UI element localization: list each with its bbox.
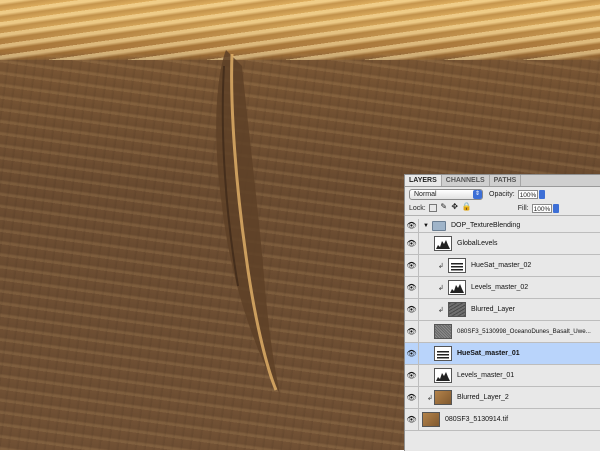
layer-thumbnail (434, 324, 452, 339)
layer-name: GlobalLevels (457, 240, 498, 247)
layer-name: Blurred_Layer (471, 306, 515, 313)
fill-label: Fill: (517, 204, 529, 212)
lock-transparent-icon[interactable] (428, 204, 437, 212)
layer-name: Blurred_Layer_2 (457, 394, 509, 401)
layer-name: 080SF3_5130998_OceanoDunes_Basalt_Uwe... (457, 328, 591, 335)
opacity-input[interactable]: 100% (517, 189, 538, 199)
fill-input[interactable]: 100% (531, 203, 552, 213)
layer-thumbnail (434, 390, 452, 405)
tab-paths[interactable]: PATHS (490, 175, 522, 186)
eye-icon[interactable]: 👁 (405, 233, 419, 254)
eye-icon[interactable]: 👁 (405, 277, 419, 298)
folder-icon (431, 220, 446, 231)
opacity-dropdown-icon[interactable] (538, 189, 545, 199)
triangle-down-icon[interactable]: ▼ (423, 223, 429, 229)
clipping-arrow-icon: ↲ (438, 262, 444, 270)
eye-icon[interactable]: 👁 (405, 321, 419, 342)
lock-fill-row: Lock: ✎ ✥ 🔒 Fill: 100% (405, 201, 600, 216)
chevron-updown-icon: ⇕ (473, 189, 482, 199)
eye-icon[interactable]: 👁 (405, 365, 419, 386)
layer-row[interactable]: 👁 GlobalLevels (405, 233, 600, 255)
huesat-adjustment-icon (434, 346, 452, 361)
fill-dropdown-icon[interactable] (552, 203, 559, 213)
clipping-arrow-icon: ↲ (438, 306, 444, 314)
layer-row[interactable]: 👁 ↲ Levels_master_02 (405, 277, 600, 299)
layer-row[interactable]: 👁 080SF3_5130914.tif (405, 409, 600, 431)
lock-label: Lock: (409, 204, 426, 212)
blend-opacity-row: Normal ⇕ Opacity: 100% (405, 187, 600, 201)
layer-name: 080SF3_5130914.tif (445, 416, 509, 423)
layer-row[interactable]: 👁 ↲ HueSat_master_02 (405, 255, 600, 277)
lock-brush-icon[interactable]: ✎ (440, 203, 448, 212)
layer-row-group[interactable]: 👁 ▼ DOP_TextureBlending (405, 219, 600, 233)
layer-row[interactable]: 👁 080SF3_5130998_OceanoDunes_Basalt_Uwe.… (405, 321, 600, 343)
clipping-arrow-icon: ↲ (427, 394, 433, 402)
layer-name: DOP_TextureBlending (450, 222, 521, 229)
crack-feature (216, 50, 280, 394)
layer-thumbnail (448, 302, 466, 317)
layer-row-selected[interactable]: 👁 HueSat_master_01 (405, 343, 600, 365)
panel-tabs: LAYERS CHANNELS PATHS (405, 175, 600, 187)
tab-channels[interactable]: CHANNELS (442, 175, 490, 186)
layer-name: Levels_master_01 (457, 372, 515, 379)
eye-icon[interactable]: 👁 (405, 255, 419, 276)
eye-icon[interactable]: 👁 (405, 343, 419, 364)
levels-adjustment-icon (448, 280, 466, 295)
levels-adjustment-icon (434, 236, 452, 251)
eye-icon[interactable]: 👁 (405, 299, 419, 320)
layers-panel: LAYERS CHANNELS PATHS Normal ⇕ Opacity: … (404, 174, 600, 451)
lock-all-icon[interactable]: 🔒 (462, 203, 472, 212)
eye-icon[interactable]: 👁 (405, 219, 419, 232)
blend-mode-value: Normal (414, 190, 437, 198)
layer-thumbnail (422, 412, 440, 427)
eye-icon[interactable]: 👁 (405, 387, 419, 408)
layer-name: HueSat_master_01 (457, 350, 520, 357)
layers-list: 👁 ▼ DOP_TextureBlending 👁 GlobalLevels 👁… (405, 219, 600, 431)
dune-ridges (0, 0, 600, 60)
eye-icon[interactable]: 👁 (405, 409, 419, 430)
tab-layers[interactable]: LAYERS (405, 175, 442, 186)
layer-row[interactable]: 👁 ↲ Blurred_Layer_2 (405, 387, 600, 409)
layer-row[interactable]: 👁 Levels_master_01 (405, 365, 600, 387)
clipping-arrow-icon: ↲ (438, 284, 444, 292)
blend-mode-select[interactable]: Normal ⇕ (409, 188, 483, 200)
layer-name: HueSat_master_02 (471, 262, 532, 269)
huesat-adjustment-icon (448, 258, 466, 273)
lock-move-icon[interactable]: ✥ (451, 203, 459, 212)
levels-adjustment-icon (434, 368, 452, 383)
opacity-label: Opacity: (489, 190, 515, 198)
layer-row[interactable]: 👁 ↲ Blurred_Layer (405, 299, 600, 321)
layer-name: Levels_master_02 (471, 284, 529, 291)
